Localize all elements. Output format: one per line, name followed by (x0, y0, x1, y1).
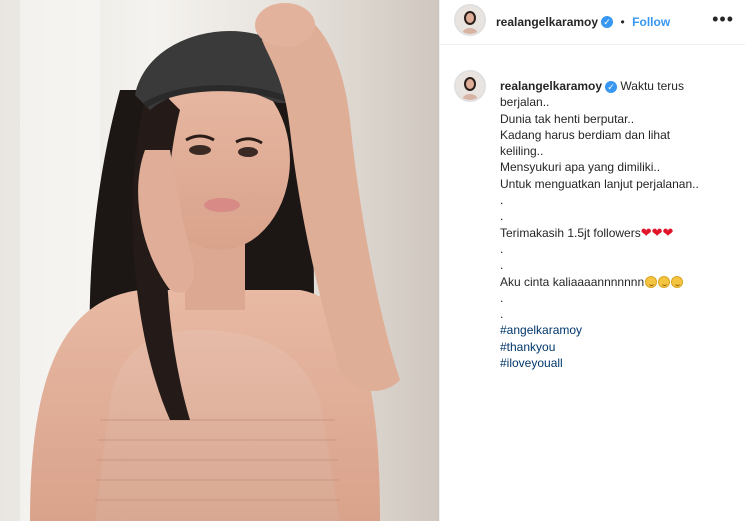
caption-line: Kadang harus berdiam dan lihat (500, 127, 671, 142)
hashtag-link[interactable]: #iloveyouall (500, 355, 730, 371)
caption-dot: . (500, 241, 504, 256)
caption-dot: . (500, 209, 504, 224)
hashtag-link[interactable]: #angelkaramoy (500, 322, 730, 338)
caption-line: Mensyukuri apa yang dimiliki.. (500, 160, 661, 175)
header-separator: • (620, 15, 625, 29)
caption-username[interactable]: realangelkaramoy (500, 79, 602, 93)
caption-line: Dunia tak henti berputar.. (500, 111, 635, 126)
caption-dot: . (500, 258, 504, 273)
verified-check-icon: ✓ (605, 80, 618, 93)
caption-line: keliling.. (500, 144, 544, 159)
caption-line: berjalan.. (500, 95, 550, 110)
post-photo-image (0, 0, 439, 521)
verified-check-icon: ✓ (601, 15, 614, 28)
follow-button[interactable]: Follow (632, 15, 670, 29)
caption-author-avatar[interactable] (454, 70, 486, 102)
caption-line: Aku cinta kaliaaaannnnnnn (500, 274, 645, 289)
more-options-icon[interactable]: ••• (712, 9, 734, 30)
kissing-face-icon (645, 275, 658, 288)
post-side-panel: realangelkaramoy ✓ • Follow ••• realangel… (439, 0, 745, 521)
kissing-face-icon (671, 275, 684, 288)
caption-line: Untuk menguatkan lanjut perjalanan.. (500, 176, 699, 191)
hashtag-link[interactable]: #thankyou (500, 339, 730, 355)
header-username[interactable]: realangelkaramoy (496, 15, 598, 29)
author-avatar[interactable] (454, 4, 486, 36)
caption-first-line: Waktu terus (620, 79, 684, 93)
caption-dot: . (500, 307, 504, 322)
kissing-face-icon (658, 275, 671, 288)
red-heart-icon: ❤❤❤ (640, 224, 674, 240)
caption-dot: . (500, 290, 504, 305)
post-photo[interactable] (0, 0, 439, 521)
caption-line: Terimakasih 1.5jt followers (500, 225, 641, 240)
post-caption: realangelkaramoy ✓ Waktu terus berjalan..… (500, 78, 730, 371)
caption-dot: . (500, 193, 504, 208)
post-header: realangelkaramoy ✓ • Follow ••• (440, 0, 745, 45)
